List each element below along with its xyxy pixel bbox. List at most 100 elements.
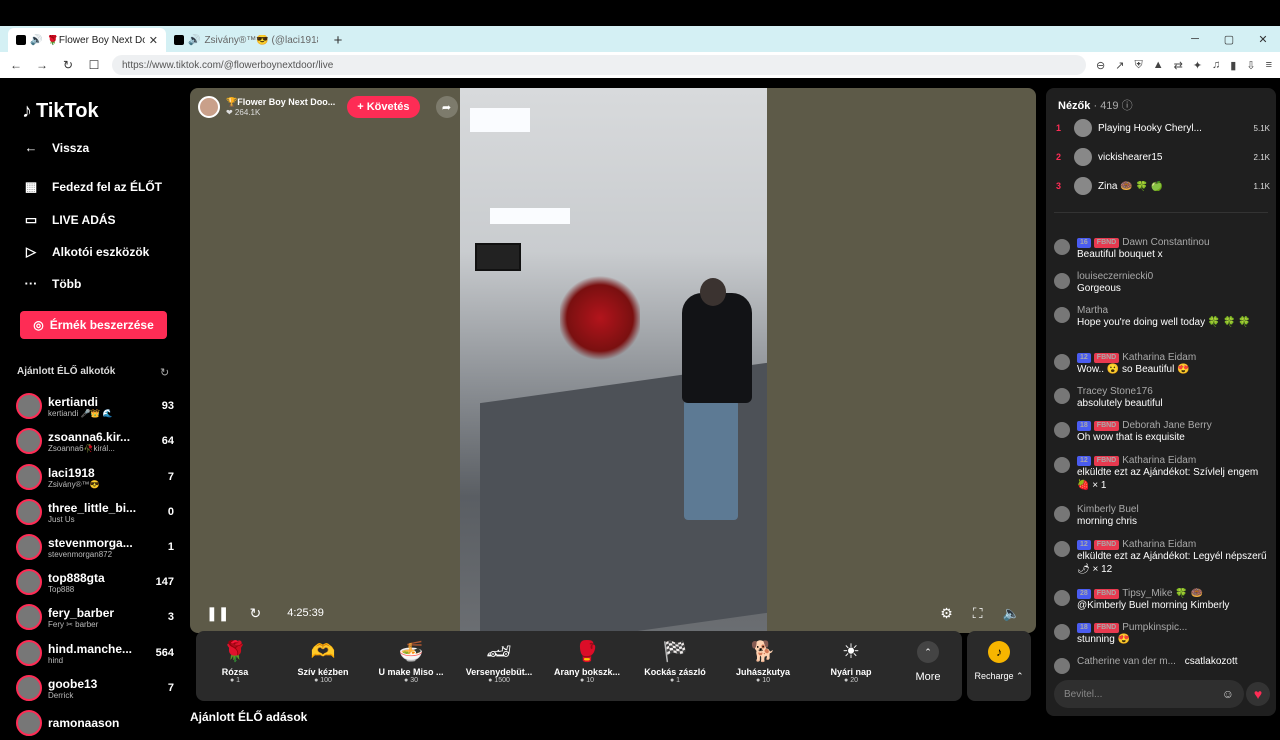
- maximize-icon[interactable]: ▢: [1212, 26, 1246, 52]
- volume-icon[interactable]: 🔈: [1003, 605, 1020, 622]
- flower-bouquet: [560, 273, 640, 363]
- creator-item[interactable]: ramonaason: [16, 706, 174, 740]
- warning-icon[interactable]: ▲: [1153, 59, 1164, 72]
- menu-icon[interactable]: ≡: [1266, 59, 1272, 72]
- back-icon[interactable]: ←: [8, 58, 24, 72]
- avatar[interactable]: [1054, 239, 1070, 255]
- emoji-icon[interactable]: ☺: [1222, 687, 1234, 701]
- more-gifts-button[interactable]: ⌃ More: [908, 641, 948, 683]
- avatar[interactable]: [1054, 624, 1070, 640]
- gift-price: ● 1500: [488, 677, 510, 684]
- tab-zsivany[interactable]: 🔊 Zsivány®™😎 (@laci1918) ÉLŐ: [166, 28, 326, 52]
- live-video[interactable]: [460, 88, 767, 633]
- sidebar-icon[interactable]: ▮: [1230, 59, 1236, 72]
- avatar[interactable]: [1054, 354, 1070, 370]
- translate-icon[interactable]: ⇄: [1174, 59, 1183, 72]
- shield-icon[interactable]: ⛨: [1134, 59, 1142, 72]
- heart-icon[interactable]: ♥: [1246, 682, 1270, 706]
- puzzle-icon[interactable]: ✦: [1193, 59, 1202, 72]
- nav-explore-live[interactable]: ▦ Fedezd fel az ÉLŐT: [22, 179, 162, 195]
- minimize-icon[interactable]: ─: [1178, 26, 1212, 52]
- follow-button[interactable]: + Követés: [347, 96, 420, 118]
- viewers-title[interactable]: Nézők · 419 ⓘ: [1058, 97, 1133, 113]
- fan-badge: FBND: [1093, 622, 1120, 633]
- creator-item[interactable]: hind.manche... hind 564: [16, 636, 174, 670]
- gift-icon: 🫶: [310, 641, 336, 663]
- share-icon[interactable]: ➦: [435, 96, 458, 118]
- player-controls: ❚❚ ↻ 4:25:39 ⚙ ⛶ 🔈: [190, 593, 1036, 633]
- avatar: [1074, 177, 1092, 195]
- url-field[interactable]: https://www.tiktok.com/@flowerboynextdoo…: [112, 55, 1087, 75]
- gift-item[interactable]: ☀ Nyári nap ● 20: [816, 637, 886, 684]
- creator-item[interactable]: zsoanna6.kir... Zsoanna6🥀királ... 64: [16, 424, 174, 458]
- gift-price: ● 1: [669, 677, 681, 684]
- message-author[interactable]: Katharina Eidam: [1122, 352, 1196, 363]
- recharge-button[interactable]: ♪ Recharge ⌃: [967, 631, 1031, 701]
- avatar[interactable]: [1054, 307, 1070, 323]
- message-author[interactable]: Pumpkinspic...: [1122, 622, 1187, 633]
- close-icon[interactable]: ✕: [149, 34, 158, 47]
- forward-icon[interactable]: →: [34, 58, 50, 72]
- tab-flower-boy[interactable]: 🔊 🌹Flower Boy Next Door🌹 ✕: [8, 28, 166, 52]
- url-text: https://www.tiktok.com/@flowerboynextdoo…: [122, 59, 334, 71]
- nav-back[interactable]: ← Vissza: [22, 140, 90, 155]
- message-author[interactable]: Dawn Constantinou: [1122, 237, 1209, 248]
- viewer-name: Playing Hooky Cheryl...: [1098, 122, 1202, 134]
- window-close-icon[interactable]: ✕: [1246, 26, 1280, 52]
- gift-name: Kockás zászló: [644, 667, 706, 677]
- gift-item[interactable]: 🌹 Rózsa ● 1: [200, 637, 270, 684]
- gift-item[interactable]: 🏎 Versenydebüt... ● 1500: [464, 637, 534, 684]
- avatar[interactable]: [1054, 422, 1070, 438]
- gift-item[interactable]: 🍜 U make Miso ... ● 30: [376, 637, 446, 684]
- fullscreen-icon[interactable]: ⛶: [973, 605, 983, 622]
- creator-item[interactable]: fery_barber Fery ✂ barber 3: [16, 600, 174, 634]
- top-viewer[interactable]: 3 Zina 🍩 🍀 🍏 1.1K: [1056, 175, 1270, 197]
- creator-item[interactable]: stevenmorga... stevenmorgan872 1: [16, 530, 174, 564]
- chat-input[interactable]: Bevitel... ☺: [1054, 680, 1244, 708]
- top-viewer[interactable]: 2 vickishearer15 2.1K: [1056, 146, 1270, 168]
- download-icon[interactable]: ⇩: [1246, 59, 1255, 72]
- message-author[interactable]: Catherine van der m...: [1077, 656, 1176, 667]
- gift-item[interactable]: 🏁 Kockás zászló ● 1: [640, 637, 710, 684]
- nav-more[interactable]: ··· Több: [22, 276, 82, 291]
- get-coins-button[interactable]: ◎ Érmék beszerzése: [20, 311, 167, 339]
- creator-item[interactable]: kertiandi kertiandi 🎤👑 🌊 93: [16, 389, 174, 423]
- pause-icon[interactable]: ❚❚: [206, 605, 229, 622]
- share-page-icon[interactable]: ↗: [1115, 59, 1124, 72]
- message-text: absolutely beautiful: [1077, 398, 1163, 409]
- refresh-icon[interactable]: ↻: [249, 605, 261, 622]
- creator-item[interactable]: three_little_bi... Just Us 0: [16, 495, 174, 529]
- viewer-rank: 3: [1056, 181, 1062, 191]
- message-author[interactable]: Martha: [1077, 305, 1108, 316]
- nav-creator-tools[interactable]: ▷ Alkotói eszközök: [22, 244, 149, 260]
- gift-item[interactable]: 🐕 Juhászkutya ● 10: [728, 637, 798, 684]
- settings-icon[interactable]: ⚙: [940, 605, 953, 622]
- message-author[interactable]: Katharina Eidam: [1122, 455, 1196, 466]
- avatar[interactable]: [1054, 506, 1070, 522]
- avatar[interactable]: [1054, 273, 1070, 289]
- message-author[interactable]: Tracey Stone176: [1077, 386, 1153, 397]
- gift-item[interactable]: 🥊 Arany bokszk... ● 10: [552, 637, 622, 684]
- music-icon[interactable]: ♫: [1212, 59, 1220, 72]
- creator-item[interactable]: goobe13 Derrick 7: [16, 671, 174, 705]
- nav-live-broadcast[interactable]: ▭ LIVE ADÁS: [22, 212, 116, 228]
- gift-item[interactable]: 🫶 Szív kézben ● 100: [288, 637, 358, 684]
- top-viewer[interactable]: 1 Playing Hooky Cheryl... 5.1K: [1056, 117, 1270, 139]
- reload-icon[interactable]: ↻: [60, 58, 76, 72]
- refresh-icon[interactable]: ↻: [160, 366, 169, 379]
- message-author[interactable]: Tipsy_Mike 🍀 🍩: [1122, 588, 1203, 599]
- zoom-icon[interactable]: ⊖: [1096, 59, 1105, 72]
- creator-item[interactable]: top888gta Top888 147: [16, 565, 174, 599]
- tiktok-logo[interactable]: ♪ TikTok: [22, 100, 99, 123]
- bookmark-icon[interactable]: ☐: [86, 58, 102, 72]
- message-author[interactable]: Deborah Jane Berry: [1122, 420, 1212, 431]
- message-author[interactable]: Katharina Eidam: [1122, 539, 1196, 550]
- host-avatar[interactable]: [198, 96, 220, 118]
- new-tab-button[interactable]: +: [326, 28, 350, 52]
- message-author[interactable]: louiseczerniecki0: [1077, 271, 1153, 282]
- host-name[interactable]: 🏆Flower Boy Next Doo...: [226, 97, 335, 108]
- creator-item[interactable]: laci1918 Zsivány®™😎 7: [16, 460, 174, 494]
- avatar[interactable]: [1054, 590, 1070, 606]
- avatar[interactable]: [1054, 388, 1070, 404]
- message-author[interactable]: Kimberly Buel: [1077, 504, 1139, 515]
